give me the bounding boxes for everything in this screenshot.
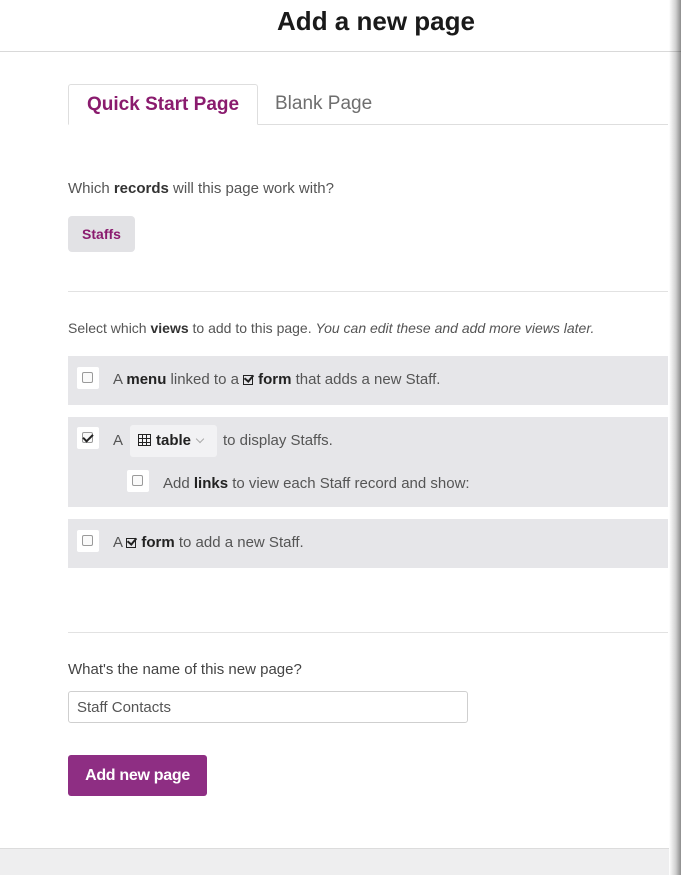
form-check-icon	[243, 375, 254, 385]
links-option-checkbox[interactable]	[132, 475, 143, 486]
form-check-icon	[126, 538, 137, 548]
view-option-form: A form to add a new Staff.	[68, 519, 668, 568]
tab-quick-start-page[interactable]: Quick Start Page	[68, 84, 259, 125]
chevron-down-icon	[195, 434, 205, 444]
record-staffs-button[interactable]: Staffs	[68, 216, 135, 252]
views-intro-note: You can edit these and add more views la…	[315, 320, 595, 336]
page-type-tabs: Quick Start Page Blank Page	[68, 84, 668, 125]
table-option-suffix: to display Staffs.	[223, 432, 333, 449]
menu-option-text: A menu linked to a form that adds a new …	[113, 371, 440, 388]
header: Add a new page	[0, 0, 681, 52]
view-type-dropdown[interactable]: table	[130, 425, 217, 457]
views-intro-prefix: Select which	[68, 320, 151, 336]
records-question-bold: records	[113, 180, 169, 197]
views-intro-bold: views	[150, 320, 189, 336]
page-title: Add a new page	[277, 6, 475, 36]
form-option-bold: form	[141, 534, 175, 551]
form-option-text: A form to add a new Staff.	[113, 534, 304, 551]
divider	[68, 632, 668, 633]
view-type-dropdown-value: table	[156, 432, 192, 449]
tab-blank-page[interactable]: Blank Page	[257, 84, 390, 124]
views-intro: Select which views to add to this page. …	[68, 320, 594, 336]
links-option-prefix: Add	[163, 475, 194, 492]
menu-option-checkbox-wrap	[77, 367, 99, 389]
menu-option-checkbox[interactable]	[82, 372, 93, 383]
form-option-suffix: to add a new Staff.	[174, 534, 304, 551]
view-option-table: A table to display Staffs. Add links to …	[68, 417, 668, 507]
divider	[68, 291, 668, 292]
table-grid-icon	[138, 434, 151, 446]
view-option-menu: A menu linked to a form that adds a new …	[68, 356, 668, 405]
views-intro-mid: to add to this page.	[188, 320, 316, 336]
records-question: Which records will this page work with?	[68, 180, 334, 197]
menu-option-a: A	[113, 371, 127, 388]
links-option-suffix: to view each Staff record and show:	[228, 475, 470, 492]
form-option-a: A	[113, 534, 127, 551]
table-option-checkbox-wrap	[77, 427, 99, 449]
records-question-prefix: Which	[68, 180, 114, 197]
form-option-checkbox[interactable]	[82, 535, 93, 546]
links-option-checkbox-wrap	[127, 470, 149, 492]
menu-option-bold-form: form	[258, 371, 292, 388]
footer-strip	[0, 848, 669, 875]
page-name-label: What's the name of this new page?	[68, 661, 302, 678]
links-option-text: Add links to view each Staff record and …	[163, 475, 470, 492]
menu-option-bold-menu: menu	[126, 371, 167, 388]
form-option-checkbox-wrap	[77, 530, 99, 552]
menu-option-mid: linked to a	[166, 371, 244, 388]
links-option-bold: links	[193, 475, 229, 492]
window-edge-shadow	[669, 0, 681, 875]
page-name-input[interactable]	[68, 691, 468, 723]
menu-option-suffix: that adds a new Staff.	[291, 371, 441, 388]
add-new-page-button[interactable]: Add new page	[68, 755, 207, 796]
table-option-a: A	[113, 432, 124, 449]
records-question-suffix: will this page work with?	[168, 180, 334, 197]
table-option-checkbox[interactable]	[82, 432, 93, 443]
